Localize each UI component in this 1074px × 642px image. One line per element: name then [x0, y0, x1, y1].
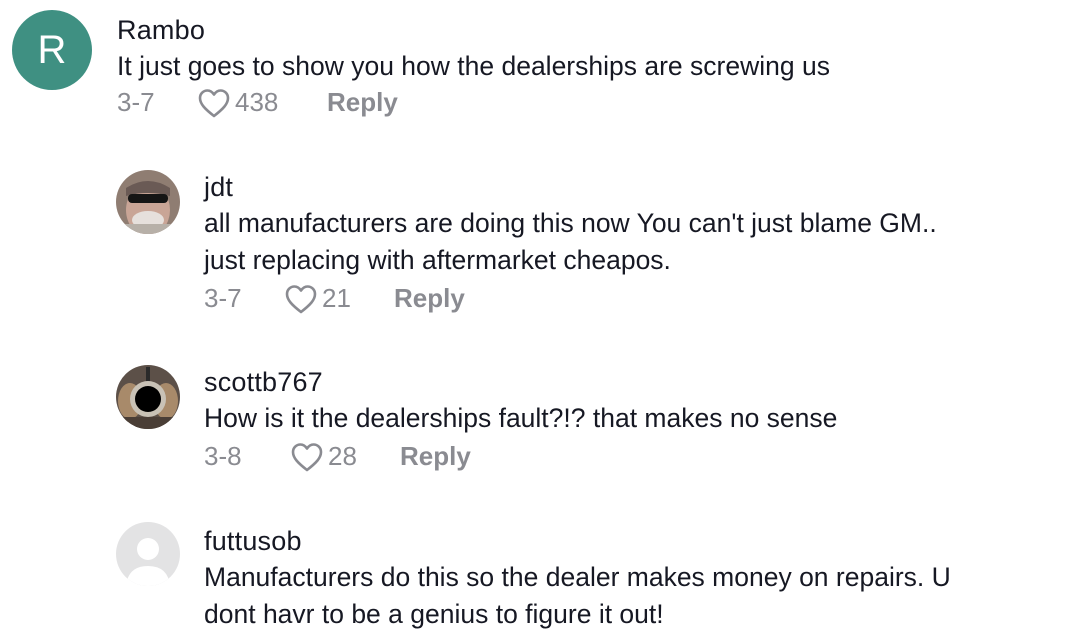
- avatar[interactable]: [116, 365, 180, 429]
- comment-thread: R Rambo It just goes to show you how the…: [0, 0, 1074, 642]
- like-count: 28: [328, 441, 357, 471]
- comment-text-line: just replacing with aftermarket cheapos.: [204, 245, 671, 275]
- comment-body: scottb767 How is it the dealerships faul…: [204, 367, 1064, 472]
- heart-icon: [285, 284, 317, 313]
- username[interactable]: Rambo: [117, 15, 1057, 46]
- comment-meta: 3-7 21 Reply: [204, 283, 1064, 314]
- comment-body: futtusob Manufacturers do this so the de…: [204, 526, 1064, 633]
- like-count: 21: [322, 283, 351, 313]
- avatar-letter: R: [12, 10, 92, 90]
- heart-icon: [198, 88, 230, 117]
- comment-text-line: Manufacturers do this so the dealer make…: [204, 562, 951, 592]
- comment-date: 3-7: [204, 283, 242, 313]
- comment-date: 3-7: [117, 87, 155, 117]
- avatar-photo: [116, 170, 180, 234]
- comment-body: Rambo It just goes to show you how the d…: [117, 15, 1057, 118]
- reply-button[interactable]: Reply: [327, 87, 398, 118]
- comment-text: It just goes to show you how the dealers…: [117, 48, 1057, 85]
- reply-button[interactable]: Reply: [394, 283, 465, 314]
- comment-meta: 3-7 438 Reply: [117, 87, 1057, 118]
- like-button[interactable]: 28: [290, 441, 368, 472]
- comment-text-line: dont havr to be a genius to figure it ou…: [204, 599, 664, 629]
- comment-text-line: How is it the dealerships fault?!? that …: [204, 403, 838, 433]
- comment-text-line: all manufacturers are doing this now You…: [204, 208, 937, 238]
- comment-meta: 3-8 28 Reply: [204, 441, 1064, 472]
- comment-body: jdt all manufacturers are doing this now…: [204, 172, 1064, 314]
- default-avatar-icon: [116, 522, 180, 586]
- heart-icon: [291, 442, 323, 471]
- like-count: 438: [235, 87, 279, 117]
- avatar[interactable]: [116, 522, 180, 586]
- comment-text: all manufacturers are doing this now You…: [204, 205, 1064, 279]
- username[interactable]: futtusob: [204, 526, 1064, 557]
- comment-text: Manufacturers do this so the dealer make…: [204, 559, 1064, 633]
- username[interactable]: scottb767: [204, 367, 1064, 398]
- like-button[interactable]: 438: [197, 87, 295, 118]
- reply-button[interactable]: Reply: [400, 441, 471, 472]
- comment-text-line: It just goes to show you how the dealers…: [117, 51, 830, 81]
- like-button[interactable]: 21: [284, 283, 362, 314]
- username[interactable]: jdt: [204, 172, 1064, 203]
- comment-text: How is it the dealerships fault?!? that …: [204, 400, 1064, 437]
- comment-date: 3-8: [204, 441, 242, 471]
- avatar[interactable]: R: [12, 10, 92, 90]
- avatar-photo: [116, 365, 180, 429]
- avatar[interactable]: [116, 170, 180, 234]
